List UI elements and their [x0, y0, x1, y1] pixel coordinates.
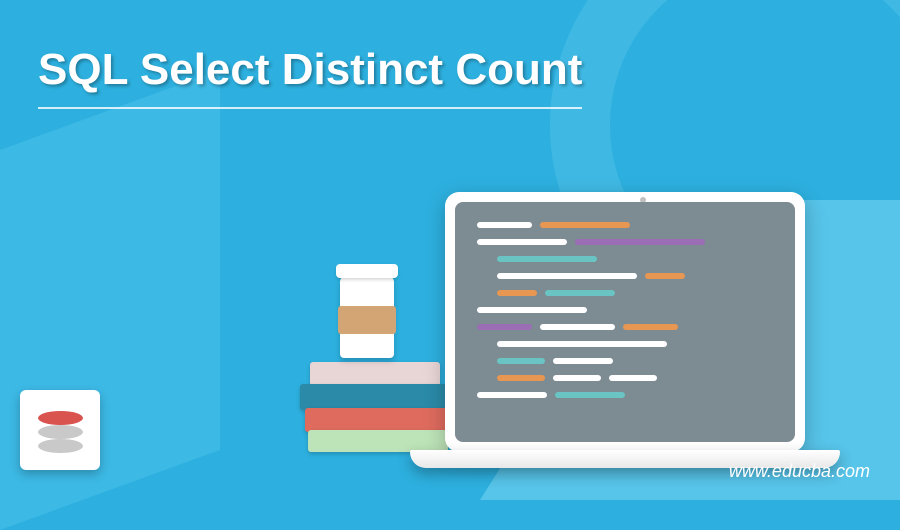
watermark-text: www.educba.com: [729, 461, 870, 482]
laptop-screen: [455, 202, 795, 442]
book-blue: [300, 384, 450, 410]
book-red: [305, 408, 450, 432]
coffee-cup: [340, 276, 394, 358]
sql-server-logo-box: [20, 390, 100, 470]
sql-server-icon: [33, 403, 88, 458]
laptop-bezel: [445, 192, 805, 452]
book-pink: [310, 362, 440, 386]
page-title: SQL Select Distinct Count: [38, 45, 582, 109]
book-green: [308, 430, 448, 452]
laptop: [445, 192, 840, 468]
book-stack: [300, 362, 450, 452]
